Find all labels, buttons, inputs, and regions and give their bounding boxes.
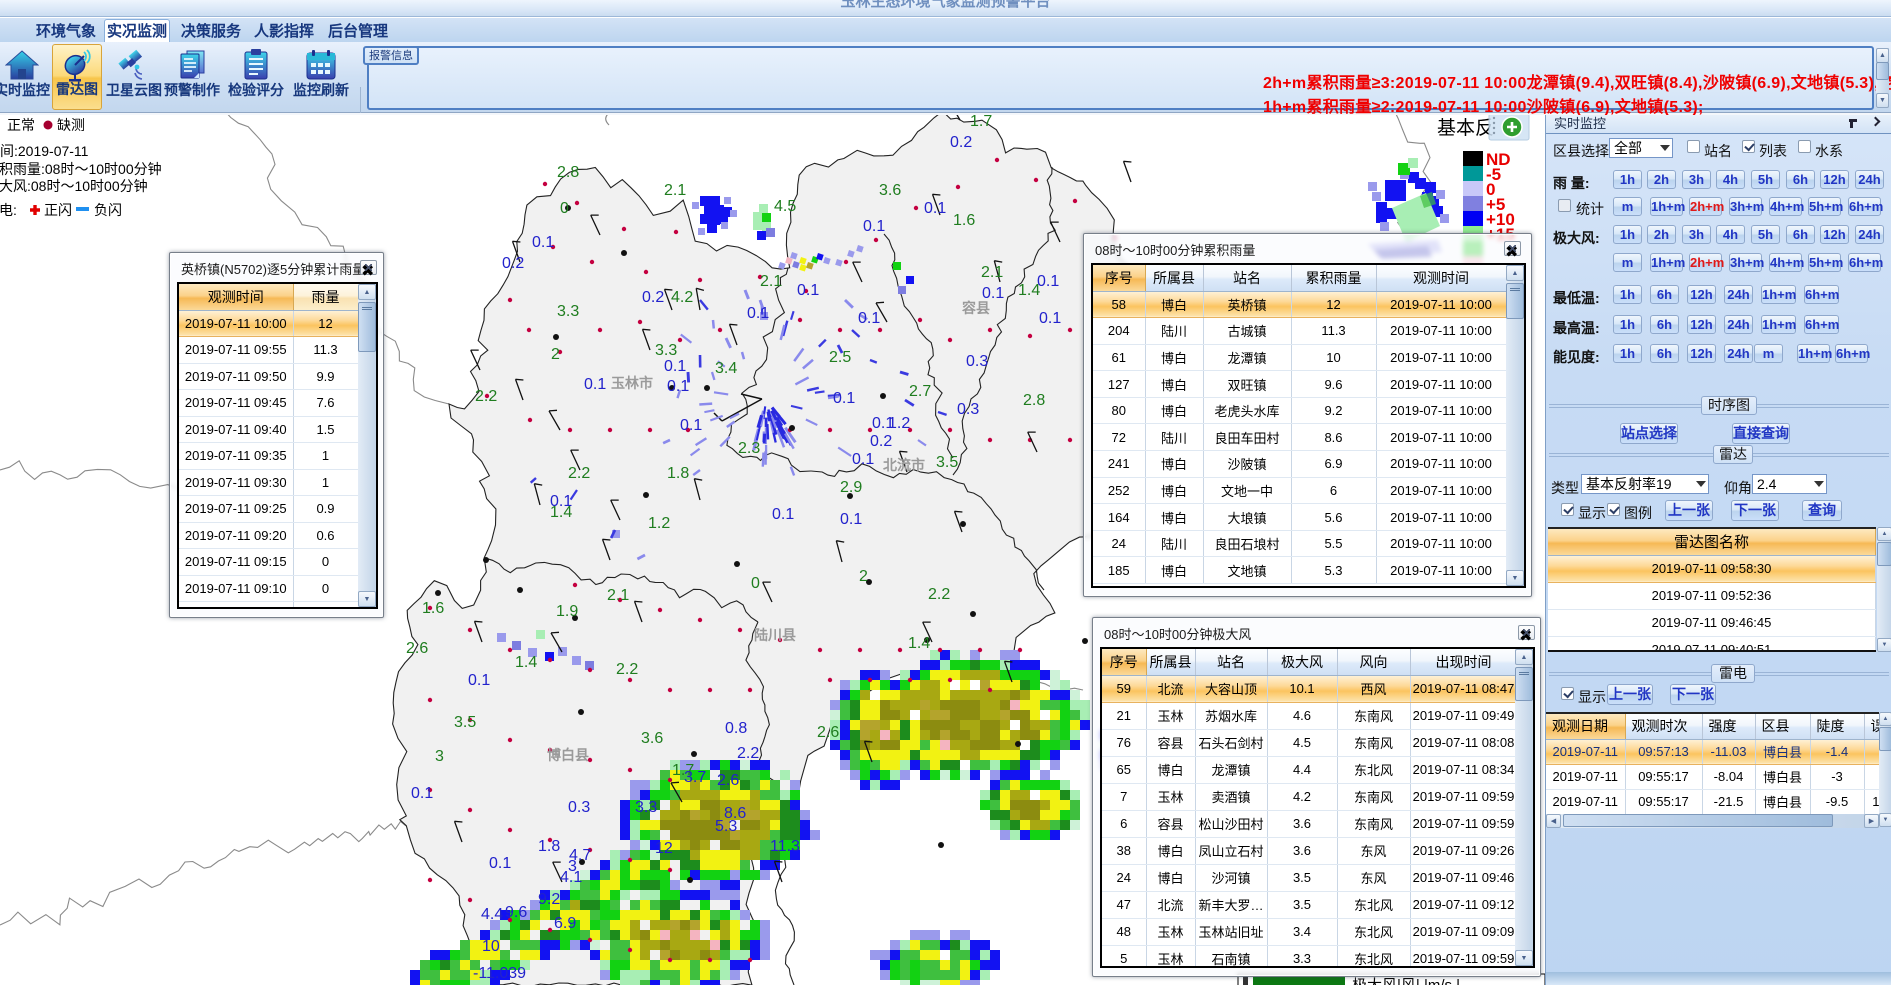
- svg-text:1.2: 1.2: [648, 515, 670, 532]
- svg-text:2.8: 2.8: [557, 164, 579, 181]
- svg-text:6.9: 6.9: [554, 915, 576, 932]
- svg-text:2.3: 2.3: [738, 440, 760, 457]
- svg-text:1.2: 1.2: [888, 415, 910, 432]
- svg-text:4.1: 4.1: [560, 869, 582, 886]
- svg-text:3.5: 3.5: [936, 454, 958, 471]
- svg-text:1.8: 1.8: [667, 465, 689, 482]
- svg-text:3.5: 3.5: [454, 714, 476, 731]
- svg-text:0.1: 0.1: [924, 200, 946, 217]
- svg-text:2.2: 2.2: [568, 465, 590, 482]
- svg-text:0.1: 0.1: [532, 234, 554, 251]
- svg-text:0.1: 0.1: [550, 493, 572, 510]
- svg-text:间:2019-07-11: 间:2019-07-11: [0, 143, 89, 159]
- svg-text:0.1: 0.1: [840, 511, 862, 528]
- svg-text:10: 10: [482, 938, 500, 955]
- svg-text:2.6: 2.6: [406, 640, 428, 657]
- svg-text:2.6: 2.6: [717, 772, 739, 789]
- svg-text:陆川县: 陆川县: [754, 627, 796, 643]
- svg-text:0.1: 0.1: [1039, 310, 1061, 327]
- svg-text:0.1: 0.1: [1037, 273, 1059, 290]
- svg-text:2.1: 2.1: [760, 273, 782, 290]
- svg-text:玉林市: 玉林市: [611, 375, 653, 391]
- svg-text:1.8: 1.8: [538, 838, 560, 855]
- svg-text:正闪: 正闪: [44, 202, 72, 218]
- svg-text:3.6: 3.6: [641, 730, 663, 747]
- svg-text:1.9: 1.9: [556, 603, 578, 620]
- svg-text:3: 3: [435, 748, 444, 765]
- svg-text:2: 2: [551, 346, 560, 363]
- svg-text:11.3: 11.3: [770, 838, 800, 855]
- svg-text:1.4: 1.4: [908, 635, 930, 652]
- svg-text:2.2: 2.2: [737, 745, 759, 762]
- svg-text:0.3: 0.3: [966, 353, 988, 370]
- svg-text:0.2: 0.2: [950, 134, 972, 151]
- svg-text:2.2: 2.2: [928, 586, 950, 603]
- svg-text:3.4: 3.4: [715, 360, 737, 377]
- svg-text:2.5: 2.5: [829, 349, 851, 366]
- svg-text:大风:08时～10时00分钟: 大风:08时～10时00分钟: [0, 178, 148, 194]
- svg-text:2.8: 2.8: [1023, 392, 1045, 409]
- svg-text:0.1: 0.1: [926, 115, 948, 119]
- svg-text:0.1: 0.1: [664, 358, 686, 375]
- svg-text:3.3: 3.3: [655, 342, 677, 359]
- svg-text:9.6: 9.6: [505, 904, 527, 921]
- svg-text:3.3: 3.3: [557, 303, 579, 320]
- svg-text:0: 0: [751, 575, 760, 592]
- svg-text:0.1: 0.1: [772, 506, 794, 523]
- svg-text:2.7: 2.7: [909, 383, 931, 400]
- svg-text:2.1: 2.1: [607, 587, 629, 604]
- svg-text:1.4: 1.4: [515, 654, 537, 671]
- svg-text:1.7: 1.7: [970, 115, 992, 130]
- svg-text:0.1: 0.1: [667, 378, 689, 395]
- svg-text:0.1: 0.1: [833, 390, 855, 407]
- svg-text:电:: 电:: [0, 202, 17, 218]
- svg-text:0.1: 0.1: [858, 310, 880, 327]
- svg-text:0.3: 0.3: [568, 799, 590, 816]
- svg-text:2.2: 2.2: [475, 388, 497, 405]
- svg-text:0.1: 0.1: [489, 855, 511, 872]
- svg-text:0.1: 0.1: [863, 218, 885, 235]
- svg-text:0.8: 0.8: [725, 720, 747, 737]
- svg-text:3.6: 3.6: [879, 182, 901, 199]
- svg-text:-11.039: -11.039: [473, 965, 526, 982]
- svg-text:3.3: 3.3: [635, 799, 657, 816]
- svg-text:9.2: 9.2: [538, 891, 560, 908]
- svg-text:0.1: 0.1: [852, 451, 874, 468]
- svg-text:1.6: 1.6: [953, 212, 975, 229]
- svg-text:0.1: 0.1: [797, 282, 819, 299]
- svg-text:5.3: 5.3: [715, 818, 737, 835]
- svg-text:0.3: 0.3: [957, 401, 979, 418]
- svg-text:1.6: 1.6: [422, 600, 444, 617]
- svg-text:2.9: 2.9: [840, 479, 862, 496]
- svg-text:2.1: 2.1: [664, 182, 686, 199]
- svg-text:0.1: 0.1: [584, 376, 606, 393]
- svg-text:0.2: 0.2: [502, 255, 524, 272]
- svg-text:0.1: 0.1: [411, 785, 433, 802]
- svg-text:3.7: 3.7: [684, 769, 706, 786]
- svg-text:4.4: 4.4: [481, 906, 503, 923]
- svg-text:0.1: 0.1: [680, 417, 702, 434]
- svg-text:0.2: 0.2: [870, 433, 892, 450]
- svg-text:基本反: 基本反: [1437, 117, 1494, 139]
- svg-text:极大风|风| |m/s |: 极大风|风| |m/s |: [1352, 977, 1460, 985]
- svg-text:0.2: 0.2: [642, 289, 664, 306]
- svg-text:北流市: 北流市: [883, 457, 925, 473]
- svg-text:2.1: 2.1: [981, 264, 1003, 281]
- svg-text:2: 2: [859, 568, 868, 585]
- svg-text:12: 12: [655, 840, 673, 857]
- svg-text:负闪: 负闪: [94, 202, 122, 218]
- svg-text:0: 0: [560, 200, 569, 217]
- svg-text:正常: 正常: [7, 117, 35, 133]
- svg-text:博白县: 博白县: [547, 747, 589, 763]
- svg-text:4.2: 4.2: [671, 289, 693, 306]
- svg-text:2.2: 2.2: [616, 661, 638, 678]
- svg-text:容县: 容县: [961, 300, 990, 316]
- svg-text:2.6: 2.6: [817, 724, 839, 741]
- svg-text:0.1: 0.1: [747, 305, 769, 322]
- svg-text:0.1: 0.1: [468, 672, 490, 689]
- svg-text:4.5: 4.5: [774, 198, 796, 215]
- svg-text:积雨量:08时～10时00分钟: 积雨量:08时～10时00分钟: [0, 161, 162, 177]
- svg-text:缺测: 缺测: [57, 117, 85, 133]
